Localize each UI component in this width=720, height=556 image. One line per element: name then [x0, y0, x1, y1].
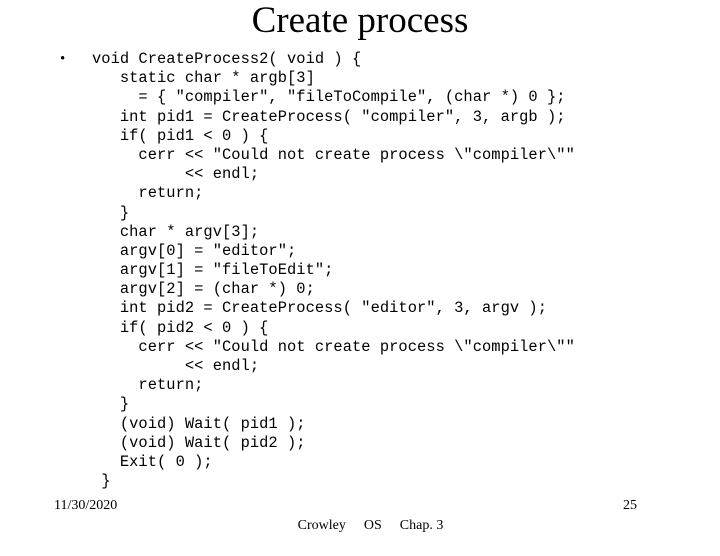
code-line: return;: [60, 184, 680, 203]
footer-course: OS: [363, 518, 382, 533]
code-line-text: char * argv[3];: [92, 222, 260, 241]
code-line: if( pid2 < 0 ) {: [60, 319, 680, 338]
code-line: << endl;: [60, 165, 680, 184]
code-line-text: if( pid2 < 0 ) {: [92, 318, 269, 337]
code-line-text: int pid1 = CreateProcess( "compiler", 3,…: [92, 107, 566, 126]
code-line: = { "compiler", "fileToCompile", (char *…: [60, 88, 680, 107]
code-line: return;: [60, 376, 680, 395]
footer-date: 11/30/2020: [54, 498, 118, 513]
code-line-text: void CreateProcess2( void ) {: [92, 50, 362, 68]
code-line: (void) Wait( pid2 );: [60, 434, 680, 453]
code-line-text: int pid2 = CreateProcess( "editor", 3, a…: [92, 299, 548, 318]
code-line-text: Exit( 0 );: [92, 452, 213, 471]
footer-center-group: Crowley OS Chap. 3: [180, 496, 540, 556]
code-line: static char * argb[3]: [60, 69, 680, 88]
code-line-text: }: [92, 203, 130, 222]
code-line: char * argv[3];: [60, 223, 680, 242]
code-line: }: [60, 395, 680, 414]
code-line-text: return;: [92, 376, 204, 395]
code-line: argv[0] = "editor";: [60, 242, 680, 261]
code-line-text: cerr << "Could not create process \"comp…: [92, 145, 575, 164]
code-line: cerr << "Could not create process \"comp…: [60, 338, 680, 357]
code-line: }: [60, 204, 680, 223]
code-line-text: argv[1] = "fileToEdit";: [92, 261, 334, 280]
code-line-text: (void) Wait( pid1 );: [92, 414, 306, 433]
code-line-text: argv[2] = (char *) 0;: [92, 280, 315, 299]
code-line: int pid1 = CreateProcess( "compiler", 3,…: [60, 108, 680, 127]
code-line-text: static char * argb[3]: [92, 69, 315, 88]
slide-footer: 11/30/2020 Crowley OS Chap. 3 25: [0, 496, 720, 533]
code-line: argv[1] = "fileToEdit";: [60, 261, 680, 280]
footer-chapter: Chap. 3: [399, 518, 444, 533]
code-line-text: cerr << "Could not create process \"comp…: [92, 337, 575, 356]
code-line-text: argv[0] = "editor";: [92, 241, 297, 260]
code-line-text: << endl;: [92, 357, 260, 375]
code-line: Exit( 0 );: [60, 453, 680, 472]
code-line: (void) Wait( pid1 );: [60, 415, 680, 434]
code-line: argv[2] = (char *) 0;: [60, 280, 680, 299]
code-line: }: [60, 472, 680, 491]
code-line-text: (void) Wait( pid2 );: [92, 433, 306, 452]
code-line: • void CreateProcess2( void ) {: [60, 50, 680, 69]
code-line-text: }: [92, 472, 111, 491]
code-line-text: if( pid1 < 0 ) {: [92, 126, 269, 145]
code-line: int pid2 = CreateProcess( "editor", 3, a…: [60, 299, 680, 318]
page-title: Create process: [251, 0, 469, 41]
code-line: if( pid1 < 0 ) {: [60, 127, 680, 146]
code-line-text: return;: [92, 184, 204, 203]
code-line-text: }: [92, 395, 130, 414]
code-line-text: << endl;: [92, 165, 260, 184]
footer-author: Crowley: [297, 518, 346, 533]
bullet-icon: •: [60, 51, 66, 67]
slide-canvas: Create process • void CreateProcess2( voi…: [0, 0, 720, 540]
code-body: • void CreateProcess2( void ) { static ch…: [60, 50, 680, 491]
code-line: cerr << "Could not create process \"comp…: [60, 146, 680, 165]
footer-page-number: 25: [623, 498, 637, 513]
code-line: << endl;: [60, 357, 680, 376]
code-line-text: = { "compiler", "fileToCompile", (char *…: [92, 88, 566, 107]
